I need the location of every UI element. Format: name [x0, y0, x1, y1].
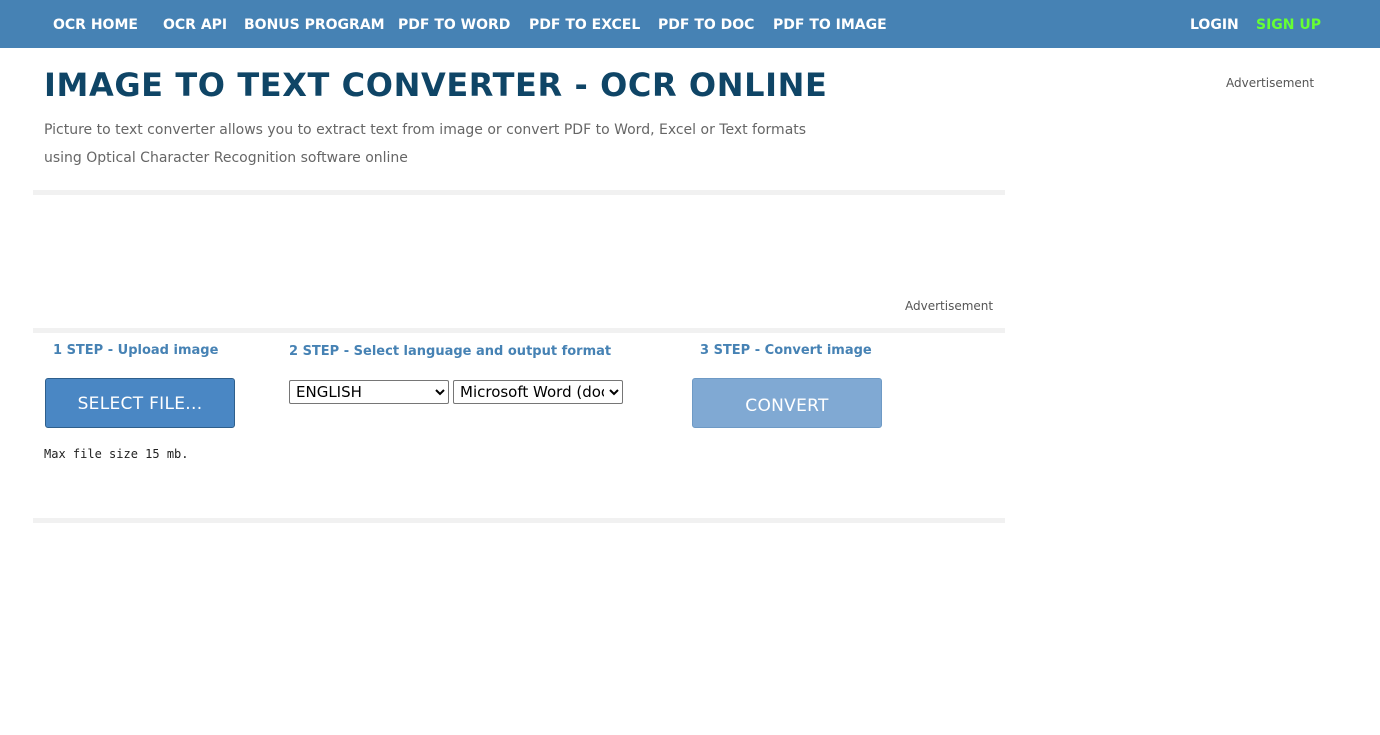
- banner-advertisement-label: Advertisement: [905, 299, 994, 313]
- nav-item-pdf-to-word[interactable]: PDF TO WORD: [398, 0, 510, 48]
- sidebar-advertisement-label: Advertisement: [1226, 76, 1315, 90]
- page-title: IMAGE TO TEXT CONVERTER - OCR ONLINE: [44, 66, 828, 104]
- step2-heading: 2 STEP - Select language and output form…: [289, 344, 612, 359]
- nav-item-pdf-to-doc[interactable]: PDF TO DOC: [658, 0, 754, 48]
- output-format-select[interactable]: Microsoft Word (docx): [453, 380, 623, 404]
- convert-button[interactable]: CONVERT: [692, 378, 882, 428]
- section-divider-top: [33, 190, 1005, 195]
- select-file-button[interactable]: SELECT FILE...: [45, 378, 235, 428]
- section-divider-bottom: [33, 518, 1005, 523]
- signup-link[interactable]: SIGN UP: [1256, 0, 1321, 48]
- nav-item-bonus-program[interactable]: BONUS PROGRAM: [244, 0, 385, 48]
- login-link[interactable]: LOGIN: [1190, 0, 1239, 48]
- nav-item-ocr-api[interactable]: OCR API: [163, 0, 227, 48]
- nav-item-ocr-home[interactable]: OCR HOME: [53, 0, 138, 48]
- max-file-size-note: Max file size 15 mb.: [44, 447, 189, 461]
- nav-item-pdf-to-excel[interactable]: PDF TO EXCEL: [529, 0, 640, 48]
- language-select[interactable]: ENGLISH: [289, 380, 449, 404]
- top-navigation-bar: OCR HOME OCR API BONUS PROGRAM PDF TO WO…: [0, 0, 1380, 48]
- page-description: Picture to text converter allows you to …: [44, 122, 807, 166]
- step1-heading: 1 STEP - Upload image: [53, 343, 219, 358]
- nav-item-pdf-to-image[interactable]: PDF TO IMAGE: [773, 0, 887, 48]
- section-divider-steps: [33, 328, 1005, 333]
- step3-heading: 3 STEP - Convert image: [700, 343, 872, 358]
